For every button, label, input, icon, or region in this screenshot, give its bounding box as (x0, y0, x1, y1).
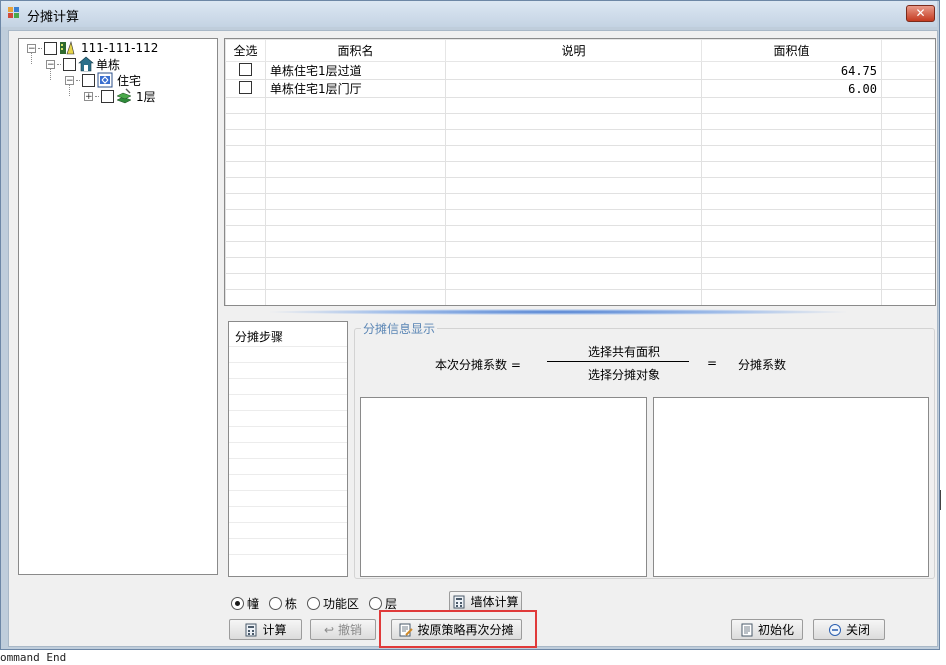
console-text: ommand End (0, 651, 67, 664)
tree-node-label: 住宅 (117, 73, 142, 88)
close-button[interactable]: 关闭 (813, 619, 885, 640)
fraction-line (547, 361, 689, 362)
collapse-icon[interactable]: − (65, 75, 74, 85)
wall-calc-button[interactable]: 墙体计算 (449, 591, 522, 612)
tree-node-checkbox[interactable] (44, 41, 57, 55)
app-icon (8, 7, 19, 18)
radio-icon[interactable] (269, 596, 283, 610)
tree-node-checkbox[interactable] (63, 57, 76, 71)
tree-node-checkbox[interactable] (101, 89, 114, 103)
minus-circle-icon (828, 623, 841, 636)
radio-selected-icon[interactable] (231, 596, 244, 610)
steps-list[interactable]: 分摊步骤 (228, 321, 348, 577)
description-cell (445, 61, 702, 80)
initialize-button[interactable]: 初始化 (731, 619, 803, 640)
area-grid[interactable]: 全选 面积名 说明 面积值 单栋住宅1层过道 64.75 单栋住宅1层门厅 6.… (224, 38, 936, 306)
highlight-box (379, 610, 537, 648)
radio-icon[interactable] (369, 596, 383, 610)
table-row[interactable]: 单栋住宅1层门厅 6.00 (225, 79, 935, 98)
area-name-header[interactable]: 面积名 (265, 39, 446, 62)
description-cell (445, 79, 702, 98)
tree-node-building[interactable]: − 单栋 (46, 56, 120, 72)
background-window-edge (940, 490, 946, 510)
area-value-cell: 6.00 (701, 79, 882, 98)
close-window-button[interactable]: ✕ (906, 5, 935, 22)
radio-function-zone[interactable]: 功能区 (307, 595, 359, 612)
floor-icon (116, 88, 132, 104)
undo-button[interactable]: ↩ 撤销 (310, 619, 376, 640)
spacer-header (881, 39, 935, 62)
splitter-handle[interactable] (270, 309, 846, 315)
formula-rhs: 分摊系数 (738, 358, 787, 372)
formula-equals: = (707, 356, 718, 370)
area-value-cell: 64.75 (701, 61, 882, 80)
select-all-header[interactable]: 全选 (225, 39, 266, 62)
undo-arrow-icon: ↩ (323, 622, 335, 637)
expand-icon[interactable]: + (84, 91, 93, 101)
row-checkbox[interactable] (239, 80, 252, 94)
collapse-icon[interactable]: − (46, 59, 55, 69)
grid-header-row: 全选 面积名 说明 面积值 (225, 39, 935, 62)
shared-area-textbox[interactable] (360, 397, 647, 577)
formula-denominator: 选择分摊对象 (588, 368, 661, 382)
steps-header: 分摊步骤 (235, 330, 284, 344)
house-icon (78, 56, 94, 72)
row-checkbox[interactable] (239, 62, 252, 76)
collapse-icon[interactable]: − (27, 43, 36, 53)
radio-dong[interactable]: 栋 (269, 595, 297, 612)
tree-node-parcel[interactable]: − 111-111-112 (27, 40, 158, 56)
area-name-cell: 单栋住宅1层过道 (265, 61, 446, 80)
window-title: 分摊计算 (27, 10, 80, 25)
radio-floor[interactable]: 层 (369, 595, 397, 612)
building-tree[interactable]: − 111-111-112 − 单栋 − 住宅 + 1层 (18, 38, 218, 575)
document-icon (741, 623, 753, 636)
calculator-icon (245, 623, 257, 636)
description-header[interactable]: 说明 (445, 39, 702, 62)
table-row[interactable]: 单栋住宅1层过道 64.75 (225, 61, 935, 80)
building-lot-icon (60, 40, 75, 55)
tree-node-label: 单栋 (96, 57, 121, 72)
info-groupbox-title: 分摊信息显示 (361, 320, 438, 337)
radio-icon[interactable] (307, 596, 321, 610)
tree-node-floor[interactable]: + 1层 (84, 88, 156, 104)
residence-icon (97, 72, 113, 88)
radio-zhuang[interactable]: 幢 (231, 595, 259, 612)
formula-lhs: 本次分摊系数 = (435, 358, 521, 372)
target-objects-textbox[interactable] (653, 397, 929, 577)
tree-node-label: 111-111-112 (81, 41, 159, 55)
tree-node-residence[interactable]: − 住宅 (65, 72, 141, 88)
calculator-icon (453, 595, 465, 608)
title-bar[interactable] (1, 1, 937, 27)
formula-numerator: 选择共有面积 (588, 345, 661, 359)
area-name-cell: 单栋住宅1层门厅 (265, 79, 446, 98)
tree-node-label: 1层 (136, 89, 156, 104)
area-value-header[interactable]: 面积值 (701, 39, 882, 62)
calculate-button[interactable]: 计算 (229, 619, 302, 640)
tree-node-checkbox[interactable] (82, 73, 95, 87)
